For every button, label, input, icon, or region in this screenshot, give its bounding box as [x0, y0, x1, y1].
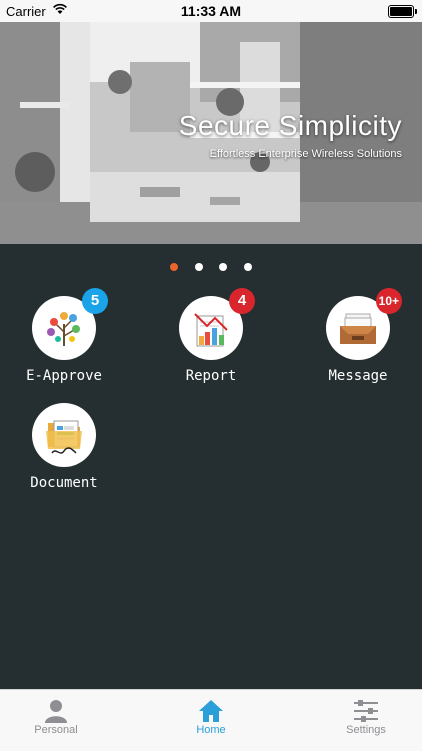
person-icon — [6, 698, 106, 724]
tile-e-approve[interactable]: 5 E-Approve — [9, 288, 119, 384]
e-approve-badge: 5 — [82, 288, 108, 314]
document-label: Document — [30, 475, 98, 491]
banner-tagline: Effortless Enterprise Wireless Solutions — [209, 148, 402, 160]
tab-settings-label: Settings — [346, 724, 386, 736]
banner-headline: Secure Simplicity — [178, 110, 402, 141]
tab-home-label: Home — [196, 724, 226, 736]
document-button[interactable] — [32, 403, 96, 467]
tab-personal[interactable]: Personal — [6, 698, 106, 736]
e-approve-button[interactable]: 5 — [32, 288, 108, 360]
tile-message[interactable]: 10+ Message — [303, 288, 413, 384]
status-bar: Carrier 11:33 AM — [0, 0, 422, 22]
page-indicator[interactable] — [0, 258, 422, 272]
tab-bar: Personal Home Settings — [0, 689, 422, 751]
message-inbox-icon — [340, 313, 376, 344]
hero-banner[interactable]: Secure Simplicity Effortless Enterprise … — [0, 22, 422, 244]
battery-icon — [388, 5, 417, 18]
report-label: Report — [185, 368, 237, 384]
page-dot-2[interactable] — [194, 263, 203, 271]
home-icon — [161, 698, 261, 724]
page-dot-4[interactable] — [243, 263, 252, 271]
clock: 11:33 AM — [180, 3, 242, 19]
tab-settings[interactable]: Settings — [316, 698, 416, 736]
tile-document[interactable]: Document — [9, 403, 119, 491]
settings-sliders-icon — [316, 698, 416, 724]
message-button[interactable]: 10+ — [326, 288, 402, 360]
message-badge: 10+ — [375, 288, 402, 314]
page-dot-1[interactable] — [170, 263, 179, 271]
tab-home[interactable]: Home — [161, 698, 261, 736]
tab-personal-label: Personal — [34, 724, 78, 736]
report-button[interactable]: 4 — [179, 288, 255, 360]
e-approve-icon — [47, 312, 80, 346]
document-folder-icon — [46, 420, 82, 454]
e-approve-label: E-Approve — [26, 368, 102, 384]
page-dot-3[interactable] — [219, 263, 228, 271]
report-badge: 4 — [229, 288, 255, 314]
message-label: Message — [328, 368, 388, 384]
tile-report[interactable]: 4 Report — [156, 288, 266, 384]
report-chart-icon — [194, 313, 228, 347]
